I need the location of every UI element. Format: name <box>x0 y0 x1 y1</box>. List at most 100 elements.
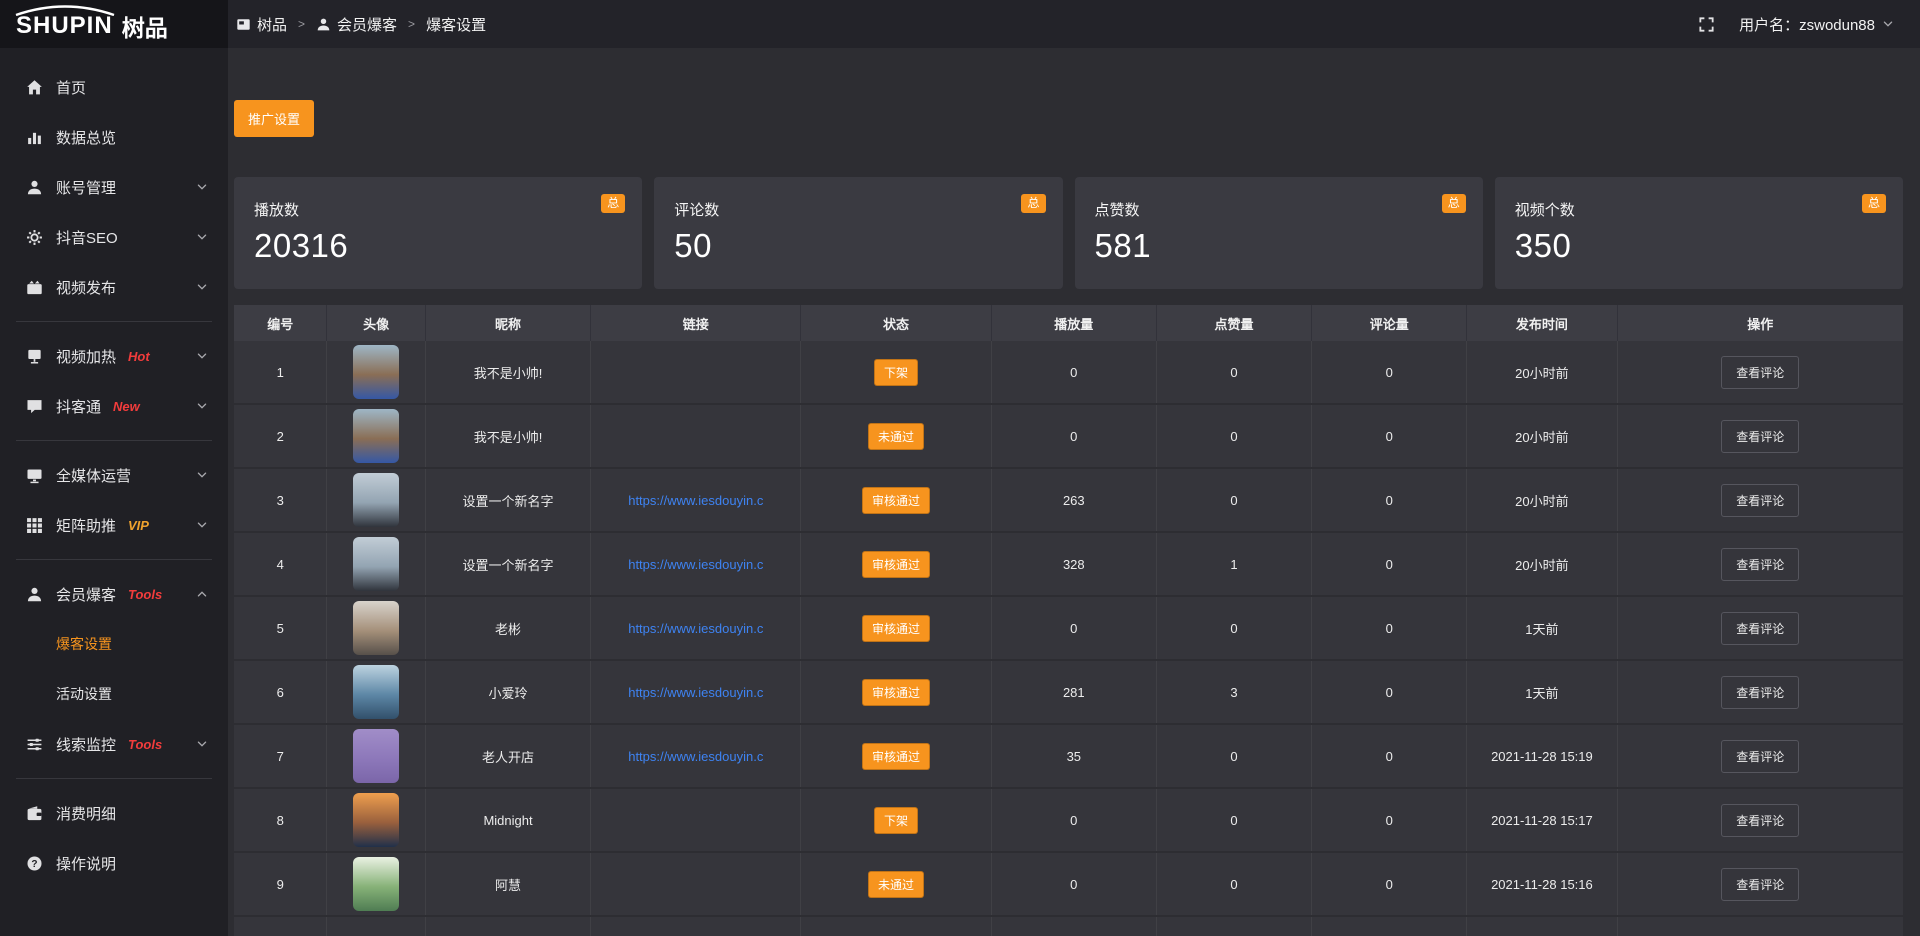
sidebar-subitem-baoke-settings[interactable]: 爆客设置 <box>0 619 228 669</box>
cell-likes: 0 <box>1157 405 1312 467</box>
cell-time: 1天前 <box>1467 597 1617 659</box>
view-comments-button[interactable]: 查看评论 <box>1721 548 1799 581</box>
view-comments-button[interactable]: 查看评论 <box>1721 356 1799 389</box>
cell-comments: 0 <box>1312 853 1467 915</box>
wallet-icon <box>26 805 43 822</box>
username-menu[interactable]: 用户名：zswodun88 <box>1739 14 1894 35</box>
app: SHUPIN 树品 首页数据总览账号管理抖音SEO视频发布视频加热Hot抖客通N… <box>0 0 1920 936</box>
heat-icon <box>26 348 43 365</box>
sidebar-item-account-management[interactable]: 账号管理 <box>0 162 228 212</box>
main-column: 树品>会员爆客>爆客设置 用户名：zswodun88 推广设置 播放数20316… <box>228 0 1920 936</box>
sidebar-item-media-operation[interactable]: 全媒体运营 <box>0 450 228 500</box>
cell-likes: 0 <box>1157 789 1312 851</box>
cell-action: 查看评论 <box>1618 341 1903 403</box>
view-comments-button[interactable]: 查看评论 <box>1721 804 1799 837</box>
cell-plays: 328 <box>992 533 1157 595</box>
status-badge: 下架 <box>874 359 918 386</box>
fullscreen-icon[interactable] <box>1698 16 1715 33</box>
view-comments-button[interactable]: 查看评论 <box>1721 740 1799 773</box>
sidebar-item-video-heat[interactable]: 视频加热Hot <box>0 331 228 381</box>
sidebar-item-label: 操作说明 <box>56 853 116 874</box>
cell-nickname: Midnight <box>426 789 591 851</box>
cell-avatar <box>327 341 425 403</box>
video-link[interactable]: https://www.iesdouyin.c <box>628 685 763 700</box>
cell-action: 查看评论 <box>1618 533 1903 595</box>
avatar <box>353 473 399 527</box>
sidebar-divider <box>16 778 212 779</box>
cell-time: 20小时前 <box>1467 469 1617 531</box>
cell-id: 2 <box>234 405 327 467</box>
sidebar-item-video-publish[interactable]: 视频发布 <box>0 262 228 312</box>
breadcrumb-separator: > <box>397 17 426 31</box>
sidebar-divider <box>16 559 212 560</box>
video-link[interactable]: https://www.iesdouyin.c <box>628 557 763 572</box>
cell-comments: 0 <box>1312 469 1467 531</box>
cell-likes: 3 <box>1157 661 1312 723</box>
cell-action: 查看评论 <box>1618 789 1903 851</box>
sidebar-badge: New <box>113 399 140 414</box>
stat-label: 视频个数 <box>1515 199 1883 220</box>
topbar-right: 用户名：zswodun88 <box>1698 14 1894 35</box>
video-link[interactable]: https://www.iesdouyin.c <box>628 493 763 508</box>
cell-id: 5 <box>234 597 327 659</box>
sidebar-item-data-overview[interactable]: 数据总览 <box>0 112 228 162</box>
sidebar-item-douyin-seo[interactable]: 抖音SEO <box>0 212 228 262</box>
cell-status: 下架 <box>801 341 991 403</box>
column-header: 操作 <box>1618 305 1903 341</box>
cell-comments: 0 <box>1312 405 1467 467</box>
sidebar-menu: 首页数据总览账号管理抖音SEO 视频发布视频加热Hot 抖客通 New 全媒体运营矩阵助… <box>0 48 228 888</box>
cell-plays: 35 <box>992 725 1157 787</box>
promotion-settings-button[interactable]: 推广设置 <box>234 100 314 137</box>
column-header: 播放量 <box>992 305 1157 341</box>
video-link[interactable]: https://www.iesdouyin.c <box>628 749 763 764</box>
table-row: 2我不是小帅!未通过00020小时前查看评论 <box>234 405 1903 469</box>
sidebar-divider <box>16 321 212 322</box>
cell-link: https://www.iesdouyin.c <box>591 533 801 595</box>
sidebar-badge: Tools <box>128 587 162 602</box>
cell-avatar <box>327 469 425 531</box>
breadcrumb-item[interactable]: 会员爆客 <box>316 14 397 35</box>
status-badge: 未通过 <box>868 423 924 450</box>
view-comments-button[interactable]: 查看评论 <box>1721 484 1799 517</box>
chevron-down-icon <box>196 181 208 193</box>
chevron-down-icon <box>196 519 208 531</box>
sidebar-item-label: 抖客通 <box>56 396 101 417</box>
cell-status: 审核通过 <box>801 533 991 595</box>
cell-likes: 0 <box>1157 597 1312 659</box>
cell-likes: 1 <box>1157 533 1312 595</box>
cell-status: 审核通过 <box>801 597 991 659</box>
sidebar-item-member-baoke[interactable]: 会员爆客Tools <box>0 569 228 619</box>
cell-action: 查看评论 <box>1618 661 1903 723</box>
stat-label: 评论数 <box>674 199 1042 220</box>
sidebar-subitem-activity-settings[interactable]: 活动设置 <box>0 669 228 719</box>
sidebar-item-matrix-boost[interactable]: 矩阵助推VIP <box>0 500 228 550</box>
sidebar-item-home[interactable]: 首页 <box>0 62 228 112</box>
sidebar-item-label: 消费明细 <box>56 803 116 824</box>
member-icon <box>26 586 43 603</box>
view-comments-button[interactable]: 查看评论 <box>1721 676 1799 709</box>
user-icon <box>316 17 331 32</box>
table-header: 编号头像昵称链接状态播放量点赞量评论量发布时间操作 <box>234 305 1903 341</box>
cell-comments: 0 <box>1312 533 1467 595</box>
logo-arc <box>14 5 116 16</box>
breadcrumb-item[interactable]: 树品 <box>236 14 287 35</box>
stat-total-badge: 总 <box>1021 194 1045 213</box>
cell-comments: 0 <box>1312 661 1467 723</box>
view-comments-button[interactable]: 查看评论 <box>1721 868 1799 901</box>
sliders-icon <box>26 736 43 753</box>
sidebar-item-label: 视频发布 <box>56 277 116 298</box>
table-row: 7老人开店https://www.iesdouyin.c审核通过35002021… <box>234 725 1903 789</box>
sidebar-item-douketong[interactable]: 抖客通 New <box>0 381 228 431</box>
view-comments-button[interactable]: 查看评论 <box>1721 612 1799 645</box>
cell-likes: 0 <box>1157 725 1312 787</box>
view-comments-button[interactable]: 查看评论 <box>1721 420 1799 453</box>
sidebar-item-operation-guide[interactable]: ?操作说明 <box>0 838 228 888</box>
sidebar-item-consumption-detail[interactable]: 消费明细 <box>0 788 228 838</box>
topbar: 树品>会员爆客>爆客设置 用户名：zswodun88 <box>228 0 1920 48</box>
grid-icon <box>26 517 43 534</box>
breadcrumb-item[interactable]: 爆客设置 <box>426 14 486 35</box>
breadcrumb-label: 会员爆客 <box>337 14 397 35</box>
sidebar-item-clue-monitor[interactable]: 线索监控Tools <box>0 719 228 769</box>
video-link[interactable]: https://www.iesdouyin.c <box>628 621 763 636</box>
stat-total-badge: 总 <box>1862 194 1886 213</box>
